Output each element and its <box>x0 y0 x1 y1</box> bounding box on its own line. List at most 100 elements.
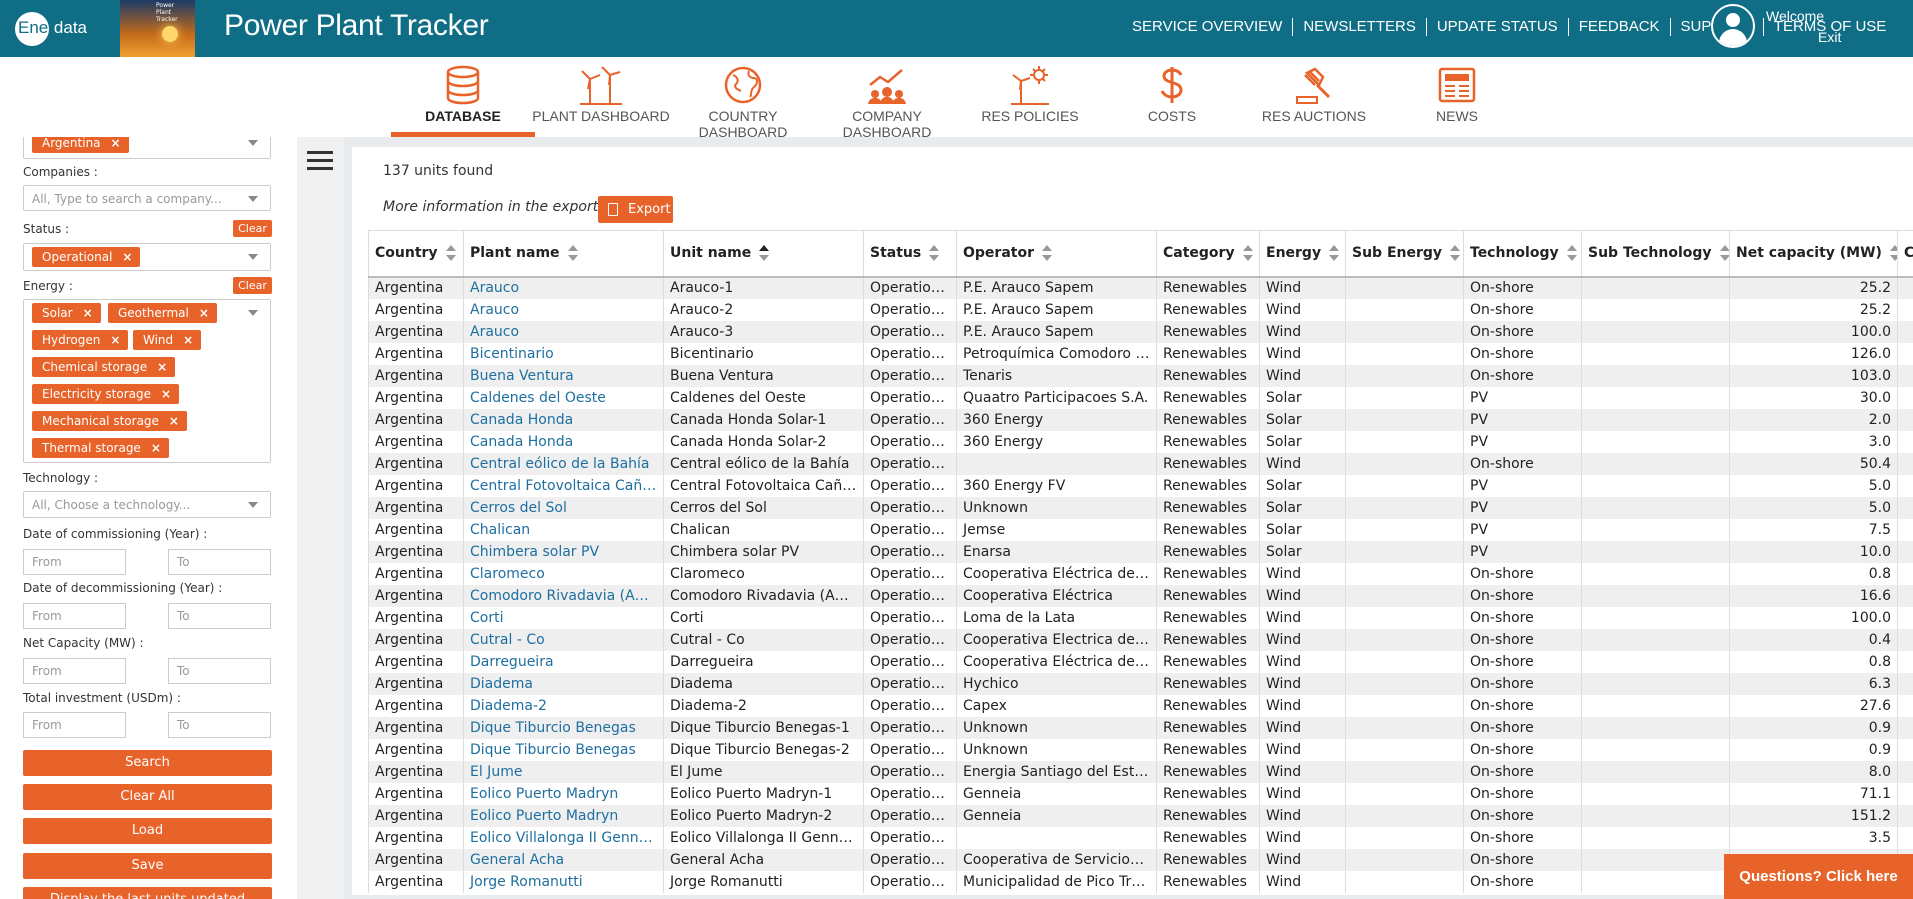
plant-name-link[interactable]: General Acha <box>463 848 664 871</box>
plant-name-link[interactable]: Cerros del Sol <box>463 496 664 519</box>
column-header-unit-name[interactable]: Unit name <box>663 230 864 278</box>
last-units-updated-button[interactable]: Display the last units updated <box>23 887 272 899</box>
results-table-wrapper[interactable]: Country Plant name Unit name Status Operator… <box>368 230 1913 895</box>
plant-name-link[interactable]: Claromeco <box>463 562 664 585</box>
remove-tag-icon[interactable]: × <box>151 441 161 455</box>
column-header-energy[interactable]: Energy <box>1259 230 1346 278</box>
plant-name-link[interactable]: Caldenes del Oeste <box>463 386 664 409</box>
search-button[interactable]: Search <box>23 750 272 776</box>
plant-name-link[interactable]: Comodoro Rivadavia (Antonio Morán) <box>463 584 664 607</box>
table-row[interactable]: Argentina Arauco Arauco-1 Operational P.E. A… <box>368 276 1913 299</box>
module-tab-country-dashboard[interactable]: COUNTRY DASHBOARD <box>673 57 813 140</box>
sort-arrows-icon[interactable] <box>1242 245 1253 262</box>
hamburger-menu-icon[interactable] <box>307 151 333 171</box>
top-nav-feedback[interactable]: FEEDBACK <box>1567 18 1670 36</box>
plant-name-link[interactable]: Diadema <box>463 672 664 695</box>
plant-name-link[interactable]: Eolico Puerto Madryn <box>463 804 664 827</box>
top-nav-update-status[interactable]: UPDATE STATUS <box>1425 18 1568 36</box>
table-row[interactable]: Argentina Bicentinario Bicentinario Operati… <box>368 342 1913 365</box>
decommissioning-from-input[interactable]: From <box>23 603 126 629</box>
companies-select[interactable]: All, Type to search a company... <box>23 185 271 211</box>
module-tab-res-auctions[interactable]: RES AUCTIONS <box>1244 57 1384 137</box>
capacity-from-input[interactable]: From <box>23 658 126 684</box>
table-row[interactable]: Argentina Cutral - Co Cutral - Co Operation… <box>368 628 1913 651</box>
commissioning-from-input[interactable]: From <box>23 549 126 575</box>
plant-name-link[interactable]: Eolico Puerto Madryn <box>463 782 664 805</box>
energy-clear-button[interactable]: Clear <box>233 277 272 294</box>
sort-arrows-icon[interactable] <box>1889 245 1897 262</box>
column-header-c[interactable]: C <box>1897 230 1913 278</box>
column-header-sub-technology[interactable]: Sub Technology <box>1581 230 1730 278</box>
table-row[interactable]: Argentina Cerros del Sol Cerros del Sol Ope… <box>368 496 1913 519</box>
table-row[interactable]: ArgentinaComodoro Rivadavia (Antonio Mor… <box>368 584 1913 607</box>
plant-name-link[interactable]: Diadema-2 <box>463 694 664 717</box>
status-clear-button[interactable]: Clear <box>233 220 272 237</box>
column-header-status[interactable]: Status <box>863 230 957 278</box>
table-row[interactable]: Argentina Arauco Arauco-2 Operational P.E. A… <box>368 298 1913 321</box>
enerdata-logo[interactable]: Enerdata <box>12 10 94 46</box>
plant-name-link[interactable]: Canada Honda <box>463 430 664 453</box>
sort-arrows-icon[interactable] <box>929 245 940 262</box>
column-header-country[interactable]: Country <box>368 230 464 278</box>
country-select[interactable]: Argentina × <box>23 137 271 159</box>
plant-name-link[interactable]: Eolico Villalonga II Genneia <box>463 826 664 849</box>
sort-arrows-icon[interactable] <box>567 245 578 262</box>
table-row[interactable]: Argentina Canada Honda Canada Honda Solar-… <box>368 430 1913 453</box>
module-tab-plant-dashboard[interactable]: PLANT DASHBOARD <box>531 57 671 137</box>
sort-arrows-icon[interactable] <box>1450 245 1461 262</box>
sort-arrows-icon[interactable] <box>759 245 770 262</box>
table-row[interactable]: Argentina Diadema-2 Diadema-2 Operational Ca… <box>368 694 1913 717</box>
user-avatar-icon[interactable] <box>1711 4 1755 48</box>
top-nav-newsletters[interactable]: NEWSLETTERS <box>1292 18 1426 36</box>
plant-name-link[interactable]: Arauco <box>463 320 664 343</box>
clear-all-button[interactable]: Clear All <box>23 784 272 810</box>
table-row[interactable]: Argentina Dique Tiburcio Benegas Dique Tib… <box>368 716 1913 739</box>
decommissioning-to-input[interactable]: To <box>168 603 271 629</box>
table-row[interactable]: Argentina Buena Ventura Buena Ventura Opera… <box>368 364 1913 387</box>
questions-help-button[interactable]: Questions? Click here <box>1724 854 1913 899</box>
save-button[interactable]: Save <box>23 853 272 879</box>
remove-tag-icon[interactable]: × <box>161 387 171 401</box>
table-row[interactable]: Argentina El Jume El Jume Operational Energi… <box>368 760 1913 783</box>
remove-tag-icon[interactable]: × <box>110 333 120 347</box>
sort-arrows-icon[interactable] <box>1041 245 1052 262</box>
energy-select[interactable]: Solar × Geothermal × Hydrogen × Wind × Chemi… <box>23 299 271 463</box>
investment-from-input[interactable]: From <box>23 712 126 738</box>
table-row[interactable]: Argentina Eolico Puerto Madryn Eolico Puer… <box>368 804 1913 827</box>
table-row[interactable]: Argentina Central eólico de la Bahía Centr… <box>368 452 1913 475</box>
column-header-operator[interactable]: Operator <box>956 230 1157 278</box>
plant-name-link[interactable]: Arauco <box>463 298 664 321</box>
table-row[interactable]: Argentina Jorge Romanutti Jorge Romanutti O… <box>368 870 1913 893</box>
table-row[interactable]: Argentina Chimbera solar PV Chimbera solar… <box>368 540 1913 563</box>
remove-tag-icon[interactable]: × <box>122 250 132 264</box>
load-button[interactable]: Load <box>23 818 272 844</box>
plant-name-link[interactable]: Cutral - Co <box>463 628 664 651</box>
plant-name-link[interactable]: Dique Tiburcio Benegas <box>463 738 664 761</box>
column-header-technology[interactable]: Technology <box>1463 230 1582 278</box>
plant-name-link[interactable]: Central eólico de la Bahía <box>463 452 664 475</box>
table-row[interactable]: Argentina General Acha General Acha Operati… <box>368 848 1913 871</box>
module-tab-database[interactable]: DATABASE <box>391 57 535 137</box>
plant-name-link[interactable]: Chimbera solar PV <box>463 540 664 563</box>
remove-tag-icon[interactable]: × <box>157 360 167 374</box>
top-nav-service-overview[interactable]: SERVICE OVERVIEW <box>1124 18 1292 36</box>
column-header-sub-energy[interactable]: Sub Energy <box>1345 230 1464 278</box>
chevron-down-icon[interactable] <box>248 196 258 202</box>
table-row[interactable]: ArgentinaCentral Fotovoltaica Cañada Hon… <box>368 474 1913 497</box>
table-row[interactable]: Argentina Dique Tiburcio Benegas Dique Tib… <box>368 738 1913 761</box>
chevron-down-icon[interactable] <box>248 254 258 260</box>
export-button[interactable]: Export <box>598 196 673 223</box>
plant-name-link[interactable]: Chalican <box>463 518 664 541</box>
chevron-down-icon[interactable] <box>248 310 258 316</box>
column-header-net-capacity-mw[interactable]: Net capacity (MW) <box>1729 230 1898 278</box>
plant-name-link[interactable]: Bicentinario <box>463 342 664 365</box>
status-select[interactable]: Operational × <box>23 243 271 271</box>
investment-to-input[interactable]: To <box>168 712 271 738</box>
table-row[interactable]: Argentina Corti Corti Operational Loma de la… <box>368 606 1913 629</box>
table-row[interactable]: Argentina Eolico Villalonga II Genneia Eol… <box>368 826 1913 849</box>
capacity-to-input[interactable]: To <box>168 658 271 684</box>
table-row[interactable]: Argentina Arauco Arauco-3 Operational P.E. A… <box>368 320 1913 343</box>
table-row[interactable]: Argentina Caldenes del Oeste Caldenes del … <box>368 386 1913 409</box>
remove-tag-icon[interactable]: × <box>183 333 193 347</box>
sort-arrows-icon[interactable] <box>1719 245 1729 262</box>
